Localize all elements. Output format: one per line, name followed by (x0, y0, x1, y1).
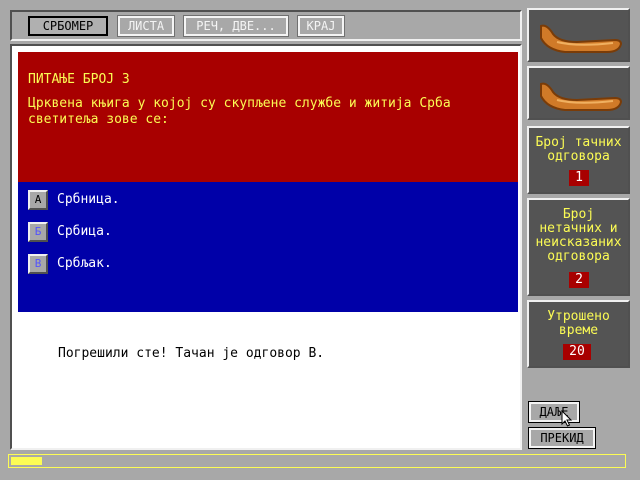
boat-icon (540, 24, 623, 53)
menu-lista[interactable]: ЛИСТА (117, 15, 175, 37)
logo-panel-bottom (527, 66, 630, 120)
question-area: ПИТАЊЕ БРОЈ 3 Црквена књига у којој су с… (18, 52, 518, 182)
answer-v-text[interactable]: Србљак. (57, 256, 112, 271)
answer-a-button[interactable]: А (28, 190, 48, 210)
answers-area: А Србница. Б Србица. В Србљак. (18, 182, 518, 312)
correct-answers-count: 1 (569, 170, 589, 186)
menu-bar: СРБОМЕР ЛИСТА РЕЧ, ДВЕ... КРАЈ (10, 10, 522, 41)
correct-answers-panel: Број тачних одговора 1 (527, 126, 630, 194)
time-spent-panel: Утрошено време 20 (527, 300, 630, 368)
answer-a-text[interactable]: Србница. (57, 192, 120, 207)
stop-button[interactable]: ПРЕКИД (528, 427, 596, 449)
incorrect-answers-label: Број нетачних и неисказаних одговора (535, 207, 622, 264)
question-text: Црквена књига у којој су скупљене службе… (28, 96, 451, 127)
question-title: ПИТАЊЕ БРОЈ 3 (28, 72, 130, 87)
question-panel: ПИТАЊЕ БРОЈ 3 Црквена књига у којој су с… (10, 44, 522, 450)
time-spent-label: Утрошено време (547, 309, 610, 338)
boat-icon (540, 82, 623, 111)
answer-b-text[interactable]: Србица. (57, 224, 112, 239)
feedback-message: Погрешили сте! Тачан је одговор В. (58, 346, 325, 361)
incorrect-answers-count: 2 (569, 272, 589, 288)
incorrect-answers-panel: Број нетачних и неисказаних одговора 2 (527, 198, 630, 296)
answer-b-button[interactable]: Б (28, 222, 48, 242)
feedback-area: Погрешили сте! Тачан је одговор В. (18, 312, 518, 444)
menu-rech-dve[interactable]: РЕЧ, ДВЕ... (183, 15, 289, 37)
mouse-cursor-icon (561, 410, 573, 427)
time-spent-value: 20 (563, 344, 591, 360)
progress-fill (11, 457, 42, 465)
menu-srbomer[interactable]: СРБОМЕР (28, 16, 108, 36)
progress-bar (8, 454, 626, 468)
logo-panel-top (527, 8, 630, 62)
menu-kraj[interactable]: КРАЈ (297, 15, 345, 37)
answer-v-button[interactable]: В (28, 254, 48, 274)
correct-answers-label: Број тачних одговора (535, 135, 622, 164)
